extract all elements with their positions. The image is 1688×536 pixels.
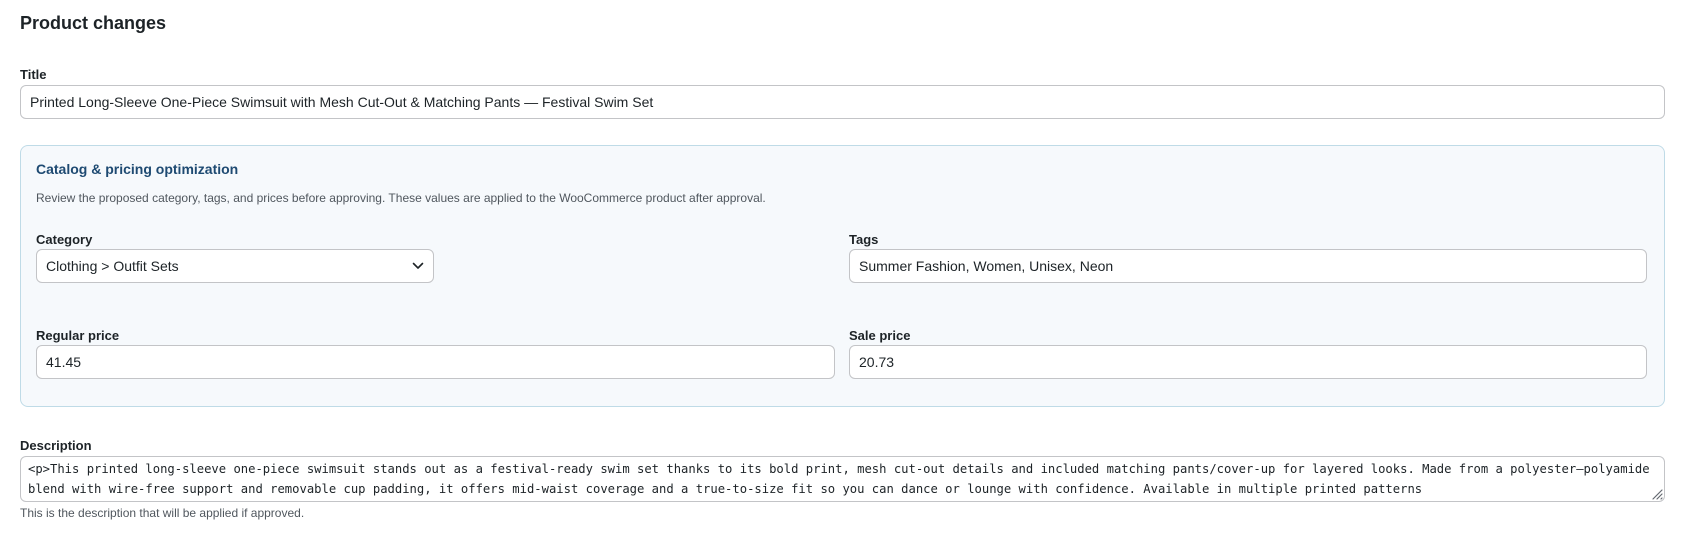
title-input-value: Printed Long-Sleeve One-Piece Swimsuit w…: [30, 94, 654, 110]
description-label: Description: [20, 438, 92, 453]
tags-input-value: Summer Fashion, Women, Unisex, Neon: [859, 258, 1114, 274]
category-label: Category: [36, 232, 93, 247]
catalog-panel-title: Catalog & pricing optimization: [36, 161, 239, 177]
description-help-text: This is the description that will be app…: [20, 506, 305, 520]
title-label: Title: [20, 67, 47, 82]
chevron-down-icon: [412, 262, 424, 269]
catalog-panel-description: Review the proposed category, tags, and …: [36, 191, 766, 205]
regular-price-input[interactable]: 41.45: [36, 345, 835, 379]
regular-price-label: Regular price: [36, 328, 120, 343]
sale-price-value: 20.73: [859, 354, 895, 370]
sale-price-label: Sale price: [849, 328, 911, 343]
tags-input[interactable]: Summer Fashion, Women, Unisex, Neon: [849, 249, 1647, 283]
tags-label: Tags: [849, 232, 879, 247]
category-select-value: Clothing > Outfit Sets: [46, 258, 179, 274]
sale-price-input[interactable]: 20.73: [849, 345, 1647, 379]
description-textarea[interactable]: <p>This printed long-sleeve one-piece sw…: [20, 456, 1665, 502]
category-select[interactable]: Clothing > Outfit Sets: [36, 249, 434, 283]
page-title: Product changes: [20, 13, 167, 33]
title-input[interactable]: Printed Long-Sleeve One-Piece Swimsuit w…: [20, 85, 1665, 119]
regular-price-value: 41.45: [46, 354, 82, 370]
resize-handle-icon[interactable]: [1650, 487, 1663, 500]
